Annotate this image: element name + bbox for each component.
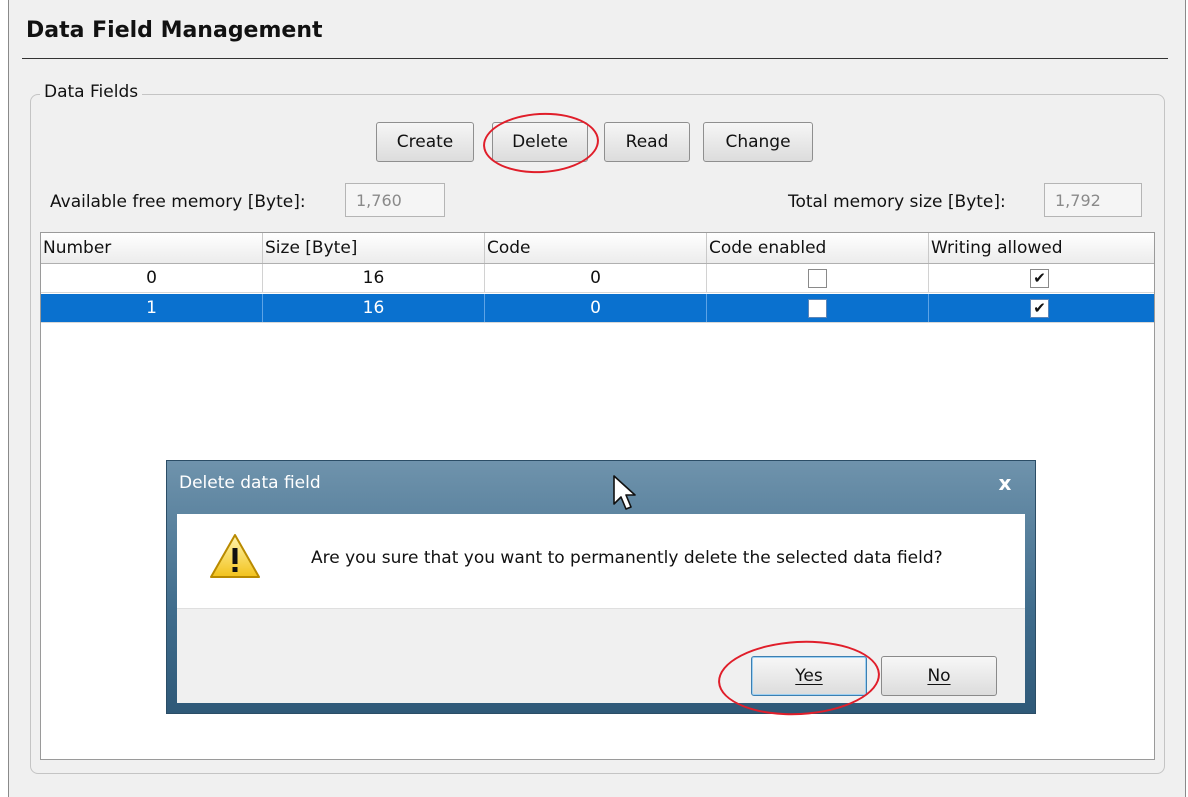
dialog-message: Are you sure that you want to permanentl… xyxy=(311,548,943,568)
free-memory-label: Available free memory [Byte]: xyxy=(50,192,306,212)
mouse-cursor-icon xyxy=(613,475,636,510)
total-memory-label: Total memory size [Byte]: xyxy=(788,192,1006,212)
cell-code-enabled xyxy=(707,294,929,322)
no-button-label: No xyxy=(927,666,951,686)
table-row-selected[interactable]: 1 16 0 ✔ xyxy=(41,294,1154,323)
read-button[interactable]: Read xyxy=(604,122,690,162)
cell-writing-allowed: ✔ xyxy=(929,294,1154,322)
create-button[interactable]: Create xyxy=(376,122,474,162)
yes-button-label: Yes xyxy=(795,666,823,686)
cell-code: 0 xyxy=(485,294,707,322)
delete-button[interactable]: Delete xyxy=(492,122,588,162)
cell-number: 1 xyxy=(41,294,263,322)
writing-allowed-checkbox[interactable]: ✔ xyxy=(1030,269,1049,288)
cell-writing-allowed: ✔ xyxy=(929,264,1154,292)
change-button[interactable]: Change xyxy=(703,122,813,162)
yes-button[interactable]: Yes xyxy=(751,656,867,696)
dialog-title: Delete data field xyxy=(179,473,321,493)
column-header-code[interactable]: Code xyxy=(485,233,707,263)
warning-icon xyxy=(210,534,260,578)
free-memory-field xyxy=(345,183,445,217)
cell-size: 16 xyxy=(263,264,485,292)
page-title: Data Field Management xyxy=(26,18,323,43)
code-enabled-checkbox[interactable] xyxy=(808,269,827,288)
cell-code: 0 xyxy=(485,264,707,292)
column-header-number[interactable]: Number xyxy=(41,233,263,263)
group-legend: Data Fields xyxy=(40,82,143,102)
title-divider xyxy=(22,58,1168,59)
close-icon[interactable]: x xyxy=(993,471,1017,495)
writing-allowed-checkbox[interactable]: ✔ xyxy=(1030,299,1049,318)
cell-size: 16 xyxy=(263,294,485,322)
table-header: Number Size [Byte] Code Code enabled Wri… xyxy=(41,233,1154,264)
table-row[interactable]: 0 16 0 ✔ xyxy=(41,264,1154,293)
total-memory-field xyxy=(1044,183,1142,217)
column-header-writing-allowed[interactable]: Writing allowed xyxy=(929,233,1154,263)
cell-code-enabled xyxy=(707,264,929,292)
column-header-code-enabled[interactable]: Code enabled xyxy=(707,233,929,263)
code-enabled-checkbox[interactable] xyxy=(808,299,827,318)
delete-confirm-dialog: Delete data field x Are you sure that yo… xyxy=(166,460,1036,714)
dialog-body: Are you sure that you want to permanentl… xyxy=(177,514,1025,608)
column-header-size[interactable]: Size [Byte] xyxy=(263,233,485,263)
cell-number: 0 xyxy=(41,264,263,292)
no-button[interactable]: No xyxy=(881,656,997,696)
